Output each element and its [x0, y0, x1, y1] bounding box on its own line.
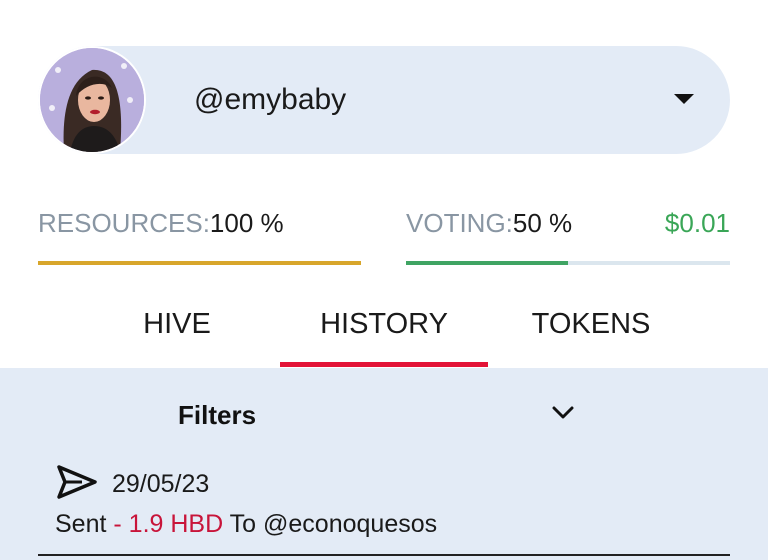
- resources-value: 100 %: [209, 208, 284, 238]
- chevron-down-icon[interactable]: [552, 406, 574, 420]
- active-tab-indicator: [280, 362, 488, 367]
- resources-stat: RESOURCES:100 %: [38, 206, 284, 240]
- transaction-description: Sent - 1.9 HBD To @econoquesos: [55, 508, 437, 540]
- avatar-image: [40, 48, 144, 152]
- voting-label: VOTING:: [406, 208, 513, 238]
- filters-label[interactable]: Filters: [178, 398, 256, 432]
- history-panel: Filters 29/05/23 Sent - 1.9 HBD To @econ…: [0, 368, 768, 560]
- tab-hive[interactable]: HIVE: [126, 306, 228, 342]
- transaction-preposition: To: [229, 510, 257, 538]
- transaction-divider: [38, 554, 730, 556]
- send-icon: [57, 465, 97, 499]
- resources-label: RESOURCES:: [38, 208, 210, 238]
- voting-stat: VOTING:50 %: [406, 206, 572, 240]
- voting-bar-fill: [406, 261, 568, 265]
- caret-down-icon[interactable]: [674, 94, 694, 104]
- vote-value-balance: $0.01: [664, 208, 730, 238]
- account-selector[interactable]: @emybaby: [38, 46, 730, 154]
- voting-value: 50 %: [512, 208, 573, 238]
- tab-tokens[interactable]: TOKENS: [520, 306, 662, 342]
- transaction-action: Sent: [55, 510, 107, 538]
- tab-history[interactable]: HISTORY: [300, 306, 468, 342]
- user-avatar: [40, 48, 144, 152]
- transaction-date: 29/05/23: [112, 470, 210, 498]
- resources-bar: [38, 261, 361, 265]
- transaction-counterparty[interactable]: @econoquesos: [263, 510, 437, 538]
- transaction-amount: - 1.9 HBD: [113, 510, 224, 538]
- account-username: @emybaby: [194, 83, 347, 116]
